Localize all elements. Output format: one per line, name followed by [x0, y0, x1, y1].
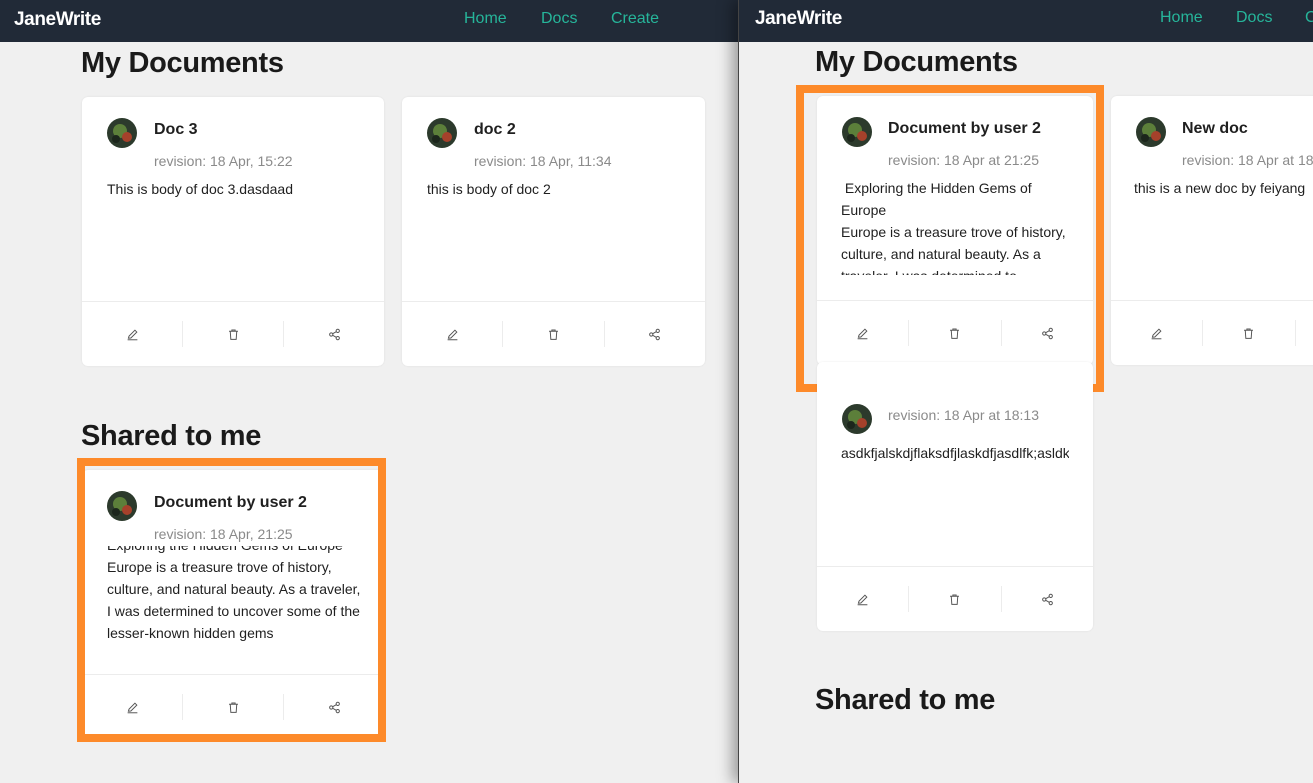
revision-date: revision: 18 Apr at 18: [1182, 152, 1313, 168]
delete-button[interactable]: [183, 321, 284, 347]
my-documents-heading: My Documents: [81, 47, 284, 79]
navbar: JaneWrite Home Docs Create: [0, 0, 738, 42]
body-line: This is body of doc 3.dasdaad: [107, 181, 294, 197]
share-button[interactable]: [605, 321, 705, 347]
document-body: this is a new doc by feiyang: [1134, 177, 1313, 275]
revision-date: revision: 18 Apr, 11:34: [474, 153, 612, 169]
avatar: [107, 118, 137, 148]
brand-logo[interactable]: JaneWrite: [14, 9, 101, 31]
nav-home-link[interactable]: Home: [464, 10, 507, 28]
document-body: this is body of doc 2: [427, 178, 682, 296]
avatar: [1136, 117, 1166, 147]
shared-to-me-heading: Shared to me: [815, 684, 996, 716]
avatar: [427, 118, 457, 148]
edit-button[interactable]: [82, 321, 183, 347]
navbar: JaneWrite Home Docs C: [739, 0, 1313, 42]
pencil-icon: [857, 594, 868, 605]
highlight-box: [77, 458, 386, 742]
trash-icon: [1244, 328, 1254, 339]
document-title[interactable]: Doc 3: [154, 121, 198, 139]
my-documents-heading: My Documents: [815, 46, 1018, 78]
body-line: this is body of doc 2: [427, 181, 551, 197]
card-actions: [1111, 300, 1313, 365]
shared-to-me-heading: Shared to me: [81, 420, 262, 452]
document-card[interactable]: Doc 3 revision: 18 Apr, 15:22 This is bo…: [82, 97, 384, 366]
pencil-icon: [447, 329, 458, 340]
edit-button[interactable]: [1111, 320, 1204, 346]
trash-icon: [549, 329, 558, 340]
pencil-icon: [1151, 328, 1162, 339]
document-title[interactable]: doc 2: [474, 121, 516, 139]
revision-date: revision: 18 Apr at 18:13: [888, 407, 1039, 423]
nav-docs-link[interactable]: Docs: [1236, 9, 1272, 27]
document-body: asdkfjalskdjflaksdfjlaskdfjasdlfk;asldkf…: [841, 442, 1069, 464]
share-icon: [649, 328, 661, 340]
trash-icon: [950, 594, 960, 605]
share-icon: [328, 328, 340, 340]
delete-button[interactable]: [909, 586, 1002, 612]
edit-button[interactable]: [817, 586, 910, 612]
nav-create-link[interactable]: C: [1305, 9, 1313, 27]
delete-button[interactable]: [503, 321, 605, 347]
trash-icon: [228, 329, 238, 340]
right-window: JaneWrite Home Docs C My Documents Docum…: [738, 0, 1313, 783]
body-line: asdkfjalskdjflaksdfjlaskdfjasdlfk;asldkf…: [841, 445, 1069, 461]
card-actions: [817, 566, 1093, 631]
share-button[interactable]: [1002, 586, 1093, 612]
document-card[interactable]: New doc revision: 18 Apr at 18 this is a…: [1111, 96, 1313, 365]
delete-button[interactable]: [1203, 320, 1296, 346]
document-card[interactable]: revision: 18 Apr at 18:13 asdkfjalskdjfl…: [817, 362, 1093, 631]
pencil-icon: [127, 329, 137, 340]
body-line: this is a new doc by feiyang: [1134, 180, 1306, 196]
card-actions: [402, 301, 705, 366]
revision-date: revision: 18 Apr, 15:22: [154, 153, 293, 169]
brand-logo[interactable]: JaneWrite: [755, 8, 842, 30]
nav-create-link[interactable]: Create: [611, 10, 659, 28]
edit-button[interactable]: [402, 321, 504, 347]
share-button[interactable]: [284, 321, 384, 347]
highlight-box: [796, 85, 1104, 392]
document-title[interactable]: New doc: [1182, 120, 1248, 138]
nav-home-link[interactable]: Home: [1160, 9, 1203, 27]
document-card[interactable]: doc 2 revision: 18 Apr, 11:34 this is bo…: [402, 97, 705, 366]
avatar: [842, 404, 872, 434]
left-window: JaneWrite Home Docs Create My Documents …: [0, 0, 738, 783]
document-body: This is body of doc 3.dasdaad: [107, 178, 362, 296]
nav-docs-link[interactable]: Docs: [541, 10, 577, 28]
share-button[interactable]: [1296, 320, 1313, 346]
card-actions: [82, 301, 384, 366]
share-icon: [1041, 593, 1053, 605]
